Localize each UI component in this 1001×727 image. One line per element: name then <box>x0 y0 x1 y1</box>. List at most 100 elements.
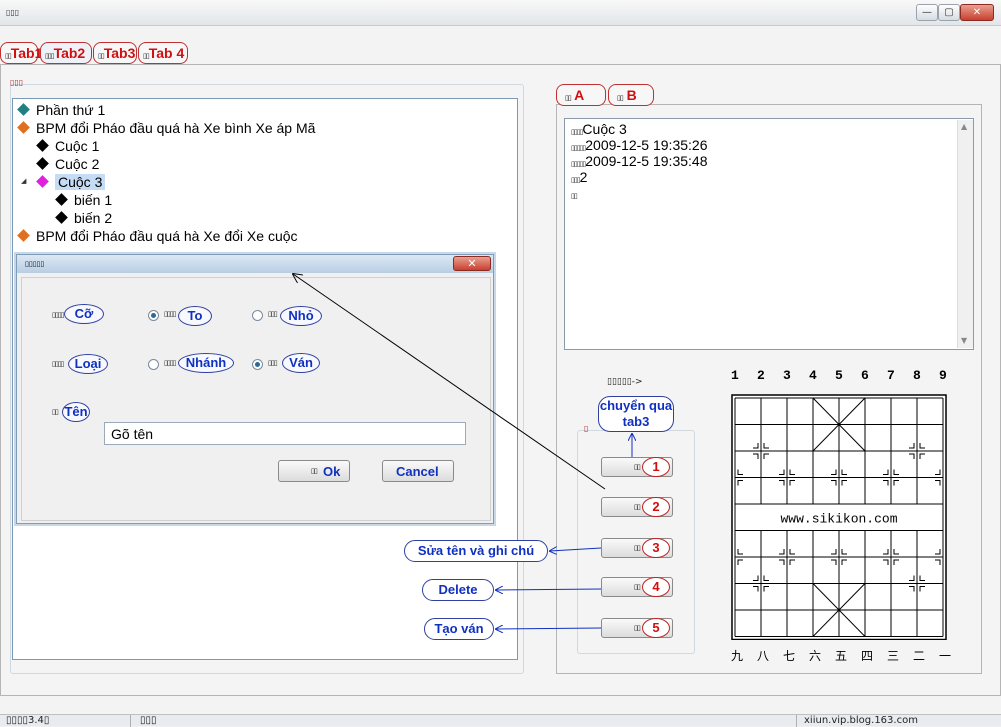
xiangqi-board[interactable]: www.sikikon.com <box>730 392 950 640</box>
size-nho-radio[interactable] <box>252 310 263 321</box>
size-to-radio[interactable] <box>148 310 159 321</box>
tab-3-label: Tab3 <box>103 45 136 61</box>
ok-button[interactable]: ▯▯ Ok <box>278 460 350 482</box>
callout-create: Tạo ván <box>424 618 494 640</box>
tab-b-label: B <box>626 87 637 103</box>
minimize-button[interactable]: — <box>916 4 938 21</box>
diamond-icon <box>17 229 30 242</box>
size-nho-label[interactable]: Nhỏ <box>280 306 322 326</box>
size-to-prefix: ▯▯▯▯ <box>164 310 176 318</box>
tab-4[interactable]: ▯▯Tab 4 <box>138 42 188 64</box>
scroll-up-icon[interactable]: ▲ <box>961 122 967 131</box>
type-nhanh-label[interactable]: Nhánh <box>178 353 234 373</box>
badge-1: 1 <box>642 457 670 477</box>
arrow-note: ▯▯▯▯▯-> <box>607 377 643 387</box>
action-button-2[interactable]: ▯▯ 2 <box>601 497 673 517</box>
type-nhanh-radio[interactable] <box>148 359 159 370</box>
window-close-button[interactable]: ✕ <box>960 4 994 21</box>
info-line: ▯▯▯▯Cuộc 3 <box>571 121 627 137</box>
diamond-icon <box>17 103 30 116</box>
scroll-down-icon[interactable]: ▼ <box>961 336 967 345</box>
type-prefix: ▯▯▯▯ <box>52 360 64 368</box>
board-file-label: 五 <box>835 649 848 663</box>
board-file-label: 七 <box>783 649 796 663</box>
board-file-label: 三 <box>887 649 900 663</box>
type-van-prefix: ▯▯▯ <box>268 359 278 367</box>
tab-b[interactable]: ▯▯ B <box>608 84 654 106</box>
type-van-label[interactable]: Ván <box>282 353 320 373</box>
tab-a-label: A <box>574 87 585 103</box>
tab-3[interactable]: ▯▯Tab3 <box>93 42 137 64</box>
ok-prefix: ▯▯ <box>311 467 318 475</box>
info-line: ▯▯▯2 <box>571 169 588 185</box>
tree-node-label: Cuộc 1 <box>55 138 100 154</box>
tree-node-label: BPM đổi Pháo đầu quá hà Xe đổi Xe cuộc <box>36 228 298 244</box>
dialog-body: ▯▯▯▯ Cỡ ▯▯▯▯ To ▯▯▯ Nhỏ ▯▯▯▯ Loại ▯▯▯▯ N… <box>21 277 491 521</box>
size-label: Cỡ <box>64 304 104 324</box>
callout-delete: Delete <box>422 579 494 601</box>
tree-node[interactable]: Phần thứ 1 <box>17 101 315 119</box>
status-right: xiiun.vip.blog.163.com <box>804 715 918 726</box>
action-button-5[interactable]: ▯▯ 5 <box>601 618 673 638</box>
board-file-label: 5 <box>835 368 843 383</box>
diamond-icon <box>36 175 49 188</box>
tree-node[interactable]: ◢ Cuộc 3 <box>19 173 315 191</box>
game-info-textbox[interactable]: ▯▯▯▯Cuộc 3 ▯▯▯▯▯2009-12-5 19:35:26 ▯▯▯▯▯… <box>564 118 974 350</box>
type-van-radio[interactable] <box>252 359 263 370</box>
status-mid: ▯▯▯ <box>140 715 157 726</box>
board-file-label: 8 <box>913 368 921 383</box>
board-file-label: 9 <box>939 368 947 383</box>
tree-node[interactable]: Cuộc 2 <box>19 155 315 173</box>
tree-node[interactable]: BPM đổi Pháo đầu quá hà Xe bình Xe áp Mã <box>17 119 316 137</box>
board-file-label: 六 <box>809 649 822 663</box>
cancel-label: Cancel <box>396 464 439 479</box>
size-to-label[interactable]: To <box>178 306 212 326</box>
status-divider <box>130 715 131 727</box>
tree-node[interactable]: BPM đổi Pháo đầu quá hà Xe đổi Xe cuộc <box>17 227 315 245</box>
tree-node-label: Cuộc 2 <box>55 156 100 172</box>
action-button-1[interactable]: ▯▯ 1 <box>601 457 673 477</box>
tree-node-label: BPM đổi Pháo đầu quá hà Xe bình Xe áp Mã <box>36 120 316 136</box>
dialog-titlebar[interactable]: ▯▯▯▯▯ ✕ <box>17 255 493 273</box>
board-file-label: 八 <box>757 649 770 663</box>
info-scrollbar[interactable]: ▲ ▼ <box>957 120 973 348</box>
cancel-button[interactable]: Cancel <box>382 460 454 482</box>
board-file-label: 4 <box>809 368 817 383</box>
tree-node[interactable]: Cuộc 1 <box>19 137 315 155</box>
board-file-label: 一 <box>939 649 952 663</box>
board-file-label: 2 <box>757 368 765 383</box>
dialog-close-button[interactable]: ✕ <box>453 256 491 271</box>
tab-a[interactable]: ▯▯ A <box>556 84 606 106</box>
tab-2[interactable]: ▯▯▯Tab2 <box>40 42 92 64</box>
badge-3: 3 <box>642 538 670 558</box>
callout-rename: Sửa tên và ghi chú <box>404 540 548 562</box>
maximize-button[interactable]: ▢ <box>938 4 960 21</box>
window-title: ▯▯▯ <box>6 8 20 17</box>
board-file-label: 1 <box>731 368 739 383</box>
tree-node-label: Cuộc 3 <box>55 174 106 190</box>
status-divider <box>796 715 797 727</box>
board-file-label: 九 <box>731 649 744 663</box>
name-label: Tên <box>62 402 90 422</box>
action-group-label: ▯ <box>584 424 589 433</box>
name-input[interactable] <box>104 422 466 445</box>
edit-dialog: ▯▯▯▯▯ ✕ ▯▯▯▯ Cỡ ▯▯▯▯ To ▯▯▯ Nhỏ ▯▯▯▯ Loạ… <box>16 254 494 524</box>
board-file-label: 3 <box>783 368 791 383</box>
tab-1[interactable]: ▯▯Tab1 <box>0 42 42 64</box>
tree-node-label: biến 1 <box>74 192 113 208</box>
size-prefix: ▯▯▯▯ <box>52 311 64 319</box>
diamond-icon <box>55 211 68 224</box>
tree-node[interactable]: biến 1 <box>19 191 315 209</box>
tree-node[interactable]: biến 2 <box>19 209 315 227</box>
board-file-label: 二 <box>913 649 926 663</box>
window-titlebar: ▯▯▯ — ▢ ✕ <box>0 0 1001 26</box>
info-line: ▯▯▯▯▯2009-12-5 19:35:48 <box>571 153 708 169</box>
expand-toggle-icon[interactable]: ◢ <box>21 173 26 191</box>
info-line: ▯▯ <box>571 193 578 200</box>
board-file-label: 四 <box>861 649 874 663</box>
action-button-3[interactable]: ▯▯ 3 <box>601 538 673 558</box>
river-text: www.sikikon.com <box>780 511 897 526</box>
action-button-4[interactable]: ▯▯ 4 <box>601 577 673 597</box>
tree-node-label: Phần thứ 1 <box>36 102 106 118</box>
info-lines: ▯▯▯▯Cuộc 3 ▯▯▯▯▯2009-12-5 19:35:26 ▯▯▯▯▯… <box>571 121 707 201</box>
